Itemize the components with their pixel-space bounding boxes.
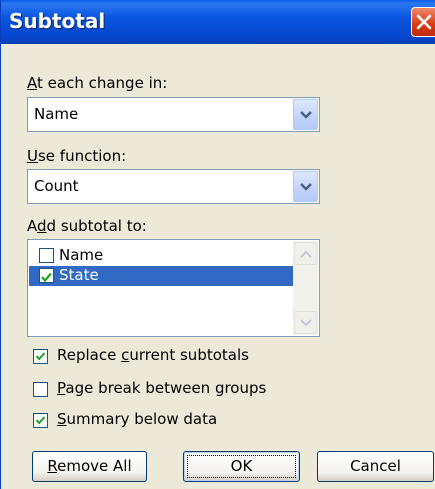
- list-item-label: Name: [59, 246, 104, 264]
- at-each-change-combo[interactable]: Name: [27, 97, 320, 132]
- focus-rectangle: [187, 455, 296, 478]
- summary-below-data-label[interactable]: Summary below data: [57, 410, 217, 428]
- list-item-checkbox[interactable]: [39, 268, 54, 283]
- checkmark-icon: [35, 352, 46, 361]
- scroll-up-button[interactable]: [294, 242, 317, 265]
- use-function-label: Use function:: [27, 147, 127, 165]
- subtotal-dialog: Subtotal At each change in: Name Use fun…: [0, 0, 435, 489]
- at-each-change-value: Name: [34, 105, 79, 123]
- list-item-checkbox[interactable]: [39, 248, 54, 263]
- checkmark-icon: [35, 416, 46, 425]
- use-function-value: Count: [34, 177, 79, 195]
- list-item[interactable]: Name: [29, 246, 294, 266]
- use-function-combo[interactable]: Count: [27, 169, 320, 204]
- cancel-button-label: Cancel: [350, 457, 401, 475]
- add-subtotal-label: Add subtotal to:: [27, 217, 147, 235]
- page-break-between-groups-checkbox[interactable]: [33, 382, 48, 397]
- cancel-button[interactable]: Cancel: [317, 451, 434, 482]
- dialog-title: Subtotal: [9, 9, 106, 33]
- ok-button[interactable]: OK: [183, 451, 300, 482]
- list-item-selected[interactable]: State: [29, 266, 294, 286]
- add-subtotal-listbox[interactable]: Name State: [27, 239, 320, 337]
- scroll-down-button[interactable]: [294, 311, 317, 334]
- close-button[interactable]: [411, 7, 435, 37]
- remove-all-button[interactable]: Remove All: [32, 451, 147, 482]
- listbox-scrollbar[interactable]: [293, 241, 318, 335]
- at-each-change-label: At each change in:: [27, 74, 168, 92]
- replace-current-subtotals-label[interactable]: Replace current subtotals: [57, 346, 249, 364]
- title-bar[interactable]: Subtotal: [1, 0, 435, 44]
- replace-current-subtotals-checkbox[interactable]: [33, 349, 48, 364]
- page-break-between-groups-label[interactable]: Page break between groups: [57, 379, 266, 397]
- use-function-dropdown-button[interactable]: [293, 171, 318, 202]
- summary-below-data-checkbox[interactable]: [33, 413, 48, 428]
- checkmark-icon: [41, 272, 52, 283]
- list-item-label: State: [59, 266, 99, 284]
- at-each-change-dropdown-button[interactable]: [293, 99, 318, 130]
